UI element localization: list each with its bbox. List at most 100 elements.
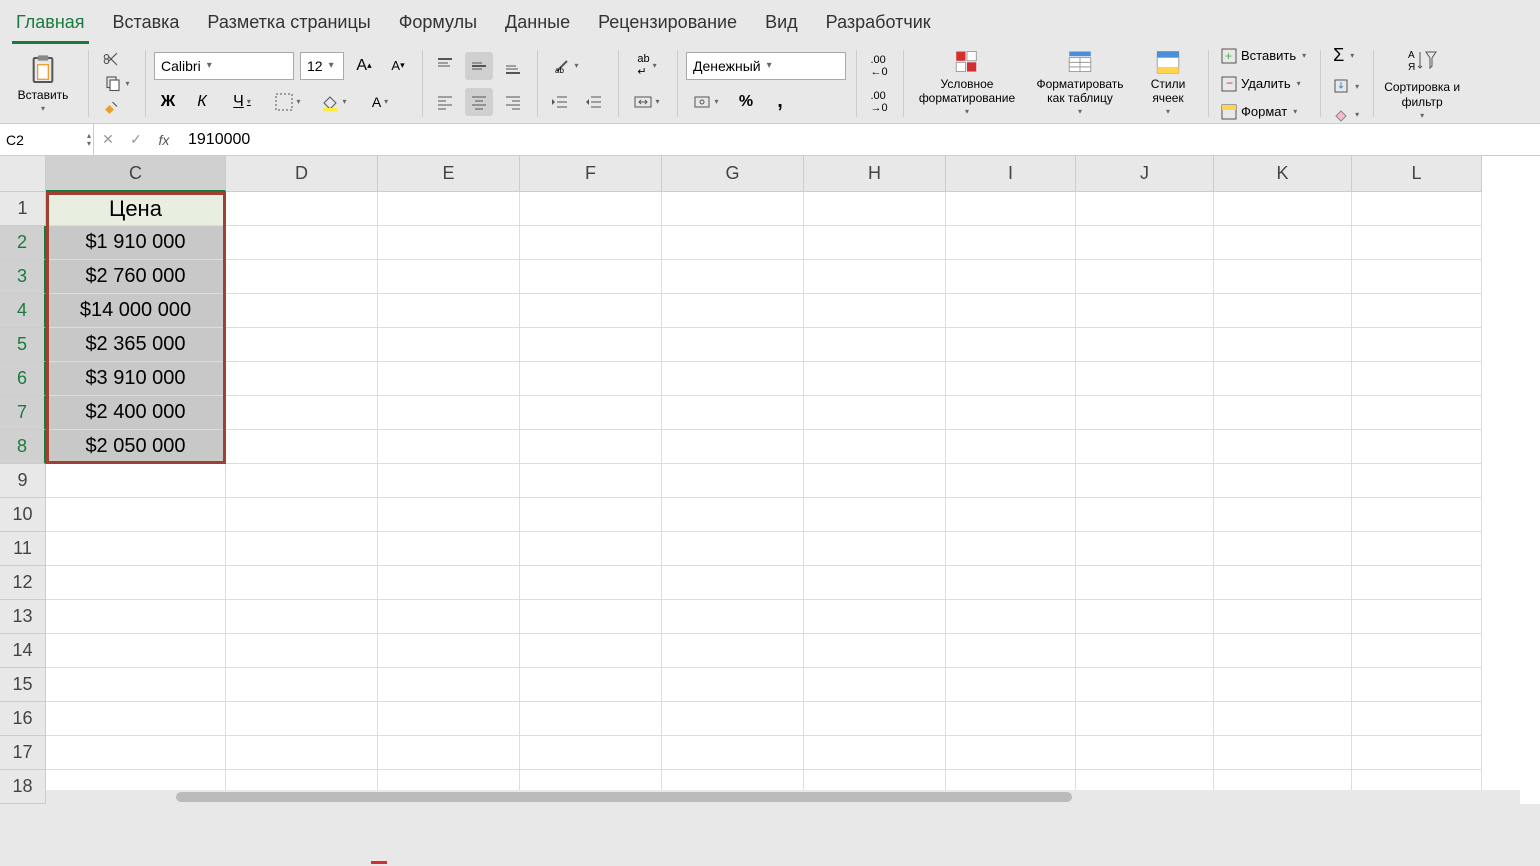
cell-G3[interactable]: [662, 260, 804, 294]
cell-L16[interactable]: [1352, 702, 1482, 736]
cell-E8[interactable]: [378, 430, 520, 464]
cell-C16[interactable]: [46, 702, 226, 736]
tab-вставка[interactable]: Вставка: [109, 8, 184, 44]
cell-F2[interactable]: [520, 226, 662, 260]
cell-K16[interactable]: [1214, 702, 1352, 736]
cell-H15[interactable]: [804, 668, 946, 702]
cell-D10[interactable]: [226, 498, 378, 532]
cut-button[interactable]: [97, 50, 125, 68]
row-header-13[interactable]: 13: [0, 600, 46, 634]
cell-G11[interactable]: [662, 532, 804, 566]
cell-H13[interactable]: [804, 600, 946, 634]
cell-E2[interactable]: [378, 226, 520, 260]
cell-K8[interactable]: [1214, 430, 1352, 464]
scroll-thumb[interactable]: [176, 792, 1072, 802]
cell-F8[interactable]: [520, 430, 662, 464]
cell-C4[interactable]: $14 000 000: [46, 294, 226, 328]
cell-H12[interactable]: [804, 566, 946, 600]
cell-F7[interactable]: [520, 396, 662, 430]
cell-E14[interactable]: [378, 634, 520, 668]
format-as-table-button[interactable]: Форматировать как таблицу: [1030, 50, 1130, 117]
col-header-D[interactable]: D: [226, 156, 378, 192]
cell-D8[interactable]: [226, 430, 378, 464]
cell-H6[interactable]: [804, 362, 946, 396]
cell-H17[interactable]: [804, 736, 946, 770]
cell-K2[interactable]: [1214, 226, 1352, 260]
horizontal-scrollbar[interactable]: [46, 790, 1520, 804]
autosum-button[interactable]: Σ: [1329, 43, 1363, 68]
cell-G6[interactable]: [662, 362, 804, 396]
cell-I1[interactable]: [946, 192, 1076, 226]
cell-J5[interactable]: [1076, 328, 1214, 362]
cell-D5[interactable]: [226, 328, 378, 362]
cell-D6[interactable]: [226, 362, 378, 396]
decrease-font-button[interactable]: A▾: [384, 52, 412, 80]
cell-E17[interactable]: [378, 736, 520, 770]
name-box-stepper[interactable]: ▴▾: [87, 132, 91, 148]
col-header-F[interactable]: F: [520, 156, 662, 192]
cell-C2[interactable]: $1 910 000: [46, 226, 226, 260]
cell-K14[interactable]: [1214, 634, 1352, 668]
cell-D9[interactable]: [226, 464, 378, 498]
cell-L6[interactable]: [1352, 362, 1482, 396]
cell-J3[interactable]: [1076, 260, 1214, 294]
cell-I14[interactable]: [946, 634, 1076, 668]
row-header-3[interactable]: 3: [0, 260, 46, 294]
cell-G12[interactable]: [662, 566, 804, 600]
cell-C11[interactable]: [46, 532, 226, 566]
row-header-7[interactable]: 7: [0, 396, 46, 430]
row-header-16[interactable]: 16: [0, 702, 46, 736]
cell-F12[interactable]: [520, 566, 662, 600]
col-header-G[interactable]: G: [662, 156, 804, 192]
merge-button[interactable]: [627, 88, 667, 116]
cell-J14[interactable]: [1076, 634, 1214, 668]
decrease-indent-button[interactable]: [546, 88, 574, 116]
cell-D4[interactable]: [226, 294, 378, 328]
increase-font-button[interactable]: A▴: [350, 52, 378, 80]
cell-L4[interactable]: [1352, 294, 1482, 328]
cell-I16[interactable]: [946, 702, 1076, 736]
name-box[interactable]: C2 ▴▾: [0, 124, 94, 155]
row-header-1[interactable]: 1: [0, 192, 46, 226]
cell-E15[interactable]: [378, 668, 520, 702]
cell-K6[interactable]: [1214, 362, 1352, 396]
cell-K12[interactable]: [1214, 566, 1352, 600]
cell-C1[interactable]: Цена: [46, 192, 226, 226]
decrease-decimal-button[interactable]: .00→0: [865, 88, 893, 116]
cell-E5[interactable]: [378, 328, 520, 362]
cell-F17[interactable]: [520, 736, 662, 770]
cell-J4[interactable]: [1076, 294, 1214, 328]
row-header-14[interactable]: 14: [0, 634, 46, 668]
cell-C3[interactable]: $2 760 000: [46, 260, 226, 294]
cell-E9[interactable]: [378, 464, 520, 498]
thousands-button[interactable]: ,: [766, 88, 794, 116]
italic-button[interactable]: К: [188, 88, 216, 116]
cell-H1[interactable]: [804, 192, 946, 226]
format-cells-button[interactable]: Формат: [1217, 102, 1310, 122]
cell-G15[interactable]: [662, 668, 804, 702]
tab-формулы[interactable]: Формулы: [395, 8, 481, 44]
delete-row-button[interactable]: −Удалить: [1217, 74, 1310, 94]
tab-вид[interactable]: Вид: [761, 8, 802, 44]
cell-G14[interactable]: [662, 634, 804, 668]
cell-J15[interactable]: [1076, 668, 1214, 702]
cell-K17[interactable]: [1214, 736, 1352, 770]
cell-J11[interactable]: [1076, 532, 1214, 566]
cell-styles-button[interactable]: Стили ячеек: [1138, 50, 1198, 117]
row-header-15[interactable]: 15: [0, 668, 46, 702]
cell-C10[interactable]: [46, 498, 226, 532]
cell-F1[interactable]: [520, 192, 662, 226]
row-header-4[interactable]: 4: [0, 294, 46, 328]
cell-H5[interactable]: [804, 328, 946, 362]
cell-H7[interactable]: [804, 396, 946, 430]
col-header-E[interactable]: E: [378, 156, 520, 192]
select-all-corner[interactable]: [0, 156, 46, 192]
cell-J8[interactable]: [1076, 430, 1214, 464]
fill-button[interactable]: [1329, 76, 1363, 96]
cell-H3[interactable]: [804, 260, 946, 294]
increase-indent-button[interactable]: [580, 88, 608, 116]
cell-C8[interactable]: $2 050 000: [46, 430, 226, 464]
cell-J9[interactable]: [1076, 464, 1214, 498]
cell-G16[interactable]: [662, 702, 804, 736]
cell-H8[interactable]: [804, 430, 946, 464]
